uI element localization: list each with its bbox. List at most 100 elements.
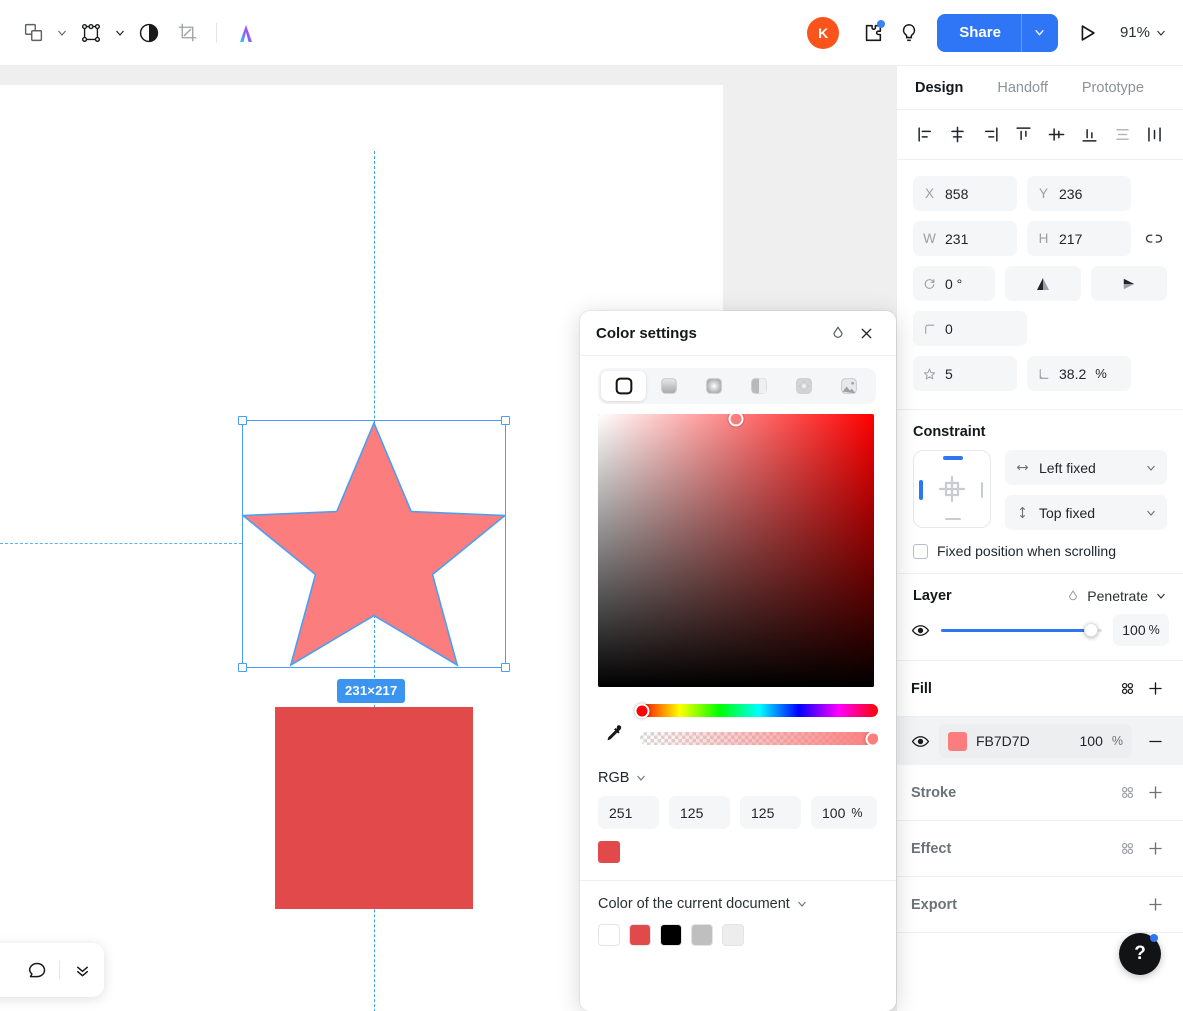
linear-gradient-type-icon[interactable] <box>646 371 691 401</box>
saturation-value-picker[interactable] <box>598 414 874 687</box>
ai-icon[interactable] <box>227 14 265 52</box>
help-button[interactable]: ? <box>1119 933 1161 975</box>
zoom-control[interactable]: 91% <box>1120 24 1167 41</box>
resize-handle-bottom-right[interactable] <box>501 663 510 672</box>
opacity-value-field[interactable]: 100 % <box>1113 614 1169 646</box>
red-channel-field[interactable]: 251 <box>598 796 659 829</box>
diamond-gradient-type-icon[interactable] <box>781 371 826 401</box>
document-swatch-4[interactable] <box>722 924 744 946</box>
preview-play-icon[interactable] <box>1068 14 1106 52</box>
distribute-vertical-icon[interactable] <box>1110 123 1134 147</box>
fill-visibility-eye-icon[interactable] <box>911 732 930 751</box>
image-fill-type-icon[interactable] <box>826 371 871 401</box>
hue-slider[interactable] <box>634 703 878 718</box>
star-ratio-field[interactable]: 38.2 % <box>1027 356 1131 391</box>
star-points-field[interactable]: 5 <box>913 356 1017 391</box>
align-top-icon[interactable] <box>1012 123 1036 147</box>
color-dialog-body: RGB 251 125 125 100 % <box>580 356 896 863</box>
opacity-slider-knob[interactable] <box>1083 623 1098 637</box>
fill-hex-value: FB7D7D <box>976 733 1030 749</box>
color-dialog-header: Color settings <box>580 311 896 356</box>
document-colors-dropdown[interactable]: Color of the current document <box>598 896 878 912</box>
eyedropper-icon[interactable] <box>598 700 628 756</box>
rotation-field[interactable]: 0 ° <box>913 266 995 301</box>
close-icon[interactable] <box>852 319 880 347</box>
angular-gradient-type-icon[interactable] <box>736 371 781 401</box>
radial-gradient-type-icon[interactable] <box>691 371 736 401</box>
document-swatch-3[interactable] <box>691 924 713 946</box>
share-dropdown-caret[interactable] <box>1022 14 1058 52</box>
fill-styles-icon[interactable] <box>1113 675 1141 703</box>
solid-fill-type-icon[interactable] <box>601 371 646 401</box>
resize-handle-bottom-left[interactable] <box>238 663 247 672</box>
add-fill-button[interactable] <box>1141 675 1169 703</box>
fixed-position-checkbox[interactable] <box>913 543 928 559</box>
collapse-chevrons-icon[interactable] <box>60 948 104 992</box>
avatar[interactable]: K <box>807 16 840 49</box>
blend-mode-dropdown[interactable]: Penetrate <box>1066 588 1167 604</box>
boolean-ops-icon[interactable] <box>14 14 52 52</box>
fill-color-swatch[interactable] <box>948 731 967 751</box>
document-swatch-row <box>598 924 878 946</box>
remove-fill-button[interactable] <box>1141 727 1169 755</box>
green-channel-field[interactable]: 125 <box>669 796 730 829</box>
effect-styles-icon[interactable] <box>1113 835 1141 863</box>
color-mode-dropdown[interactable]: RGB <box>598 770 878 786</box>
tab-design[interactable]: Design <box>915 66 963 110</box>
selection-bounding-box[interactable] <box>238 416 510 672</box>
visibility-eye-icon[interactable] <box>911 621 930 640</box>
comment-icon[interactable] <box>15 948 59 992</box>
alpha-slider[interactable] <box>640 732 878 745</box>
alignment-toolbar <box>897 110 1183 160</box>
document-swatch-2[interactable] <box>660 924 682 946</box>
share-button[interactable]: Share <box>937 13 1058 52</box>
align-horizontal-center-icon[interactable] <box>946 123 970 147</box>
color-preview-swatch[interactable] <box>598 841 620 863</box>
align-left-icon[interactable] <box>913 123 937 147</box>
boolean-ops-dropdown[interactable] <box>52 16 72 50</box>
add-export-button[interactable] <box>1141 891 1169 919</box>
alpha-channel-field[interactable]: 100 % <box>811 796 877 829</box>
y-field[interactable]: Y 236 <box>1027 176 1131 211</box>
opacity-slider[interactable] <box>941 623 1102 637</box>
fill-color-pill[interactable]: FB7D7D 100 % <box>939 724 1132 758</box>
stroke-styles-icon[interactable] <box>1113 779 1141 807</box>
add-stroke-button[interactable] <box>1141 779 1169 807</box>
chevron-down-icon <box>1147 510 1155 516</box>
x-field[interactable]: X 858 <box>913 176 1017 211</box>
document-swatch-0[interactable] <box>598 924 620 946</box>
width-field[interactable]: W 231 <box>913 221 1017 256</box>
resize-handle-top-left[interactable] <box>238 416 247 425</box>
aspect-ratio-lock-icon[interactable] <box>1141 230 1167 248</box>
constraint-diagram[interactable] <box>913 450 991 528</box>
color-drop-icon[interactable] <box>824 319 852 347</box>
tab-handoff[interactable]: Handoff <box>997 66 1048 110</box>
flip-horizontal-button[interactable] <box>1091 266 1167 301</box>
document-swatch-1[interactable] <box>629 924 651 946</box>
crop-icon[interactable] <box>168 14 206 52</box>
idea-bulb-icon[interactable] <box>891 15 927 51</box>
align-right-icon[interactable] <box>979 123 1003 147</box>
constraint-horizontal-dropdown[interactable]: Left fixed <box>1005 450 1167 485</box>
hue-slider-knob[interactable] <box>634 703 650 718</box>
rectangle-shape[interactable] <box>275 707 473 909</box>
align-vertical-center-icon[interactable] <box>1044 123 1068 147</box>
alpha-channel-value: 100 <box>822 804 846 821</box>
node-edit-dropdown[interactable] <box>110 16 130 50</box>
distribute-horizontal-icon[interactable] <box>1143 123 1167 147</box>
plugin-icon[interactable] <box>855 15 891 51</box>
flip-vertical-button[interactable] <box>1005 266 1081 301</box>
alpha-slider-knob[interactable] <box>865 732 878 745</box>
tab-prototype[interactable]: Prototype <box>1082 66 1144 110</box>
constraint-vertical-dropdown[interactable]: Top fixed <box>1005 495 1167 530</box>
add-effect-button[interactable] <box>1141 835 1169 863</box>
mask-icon[interactable] <box>130 14 168 52</box>
blue-channel-field[interactable]: 125 <box>740 796 801 829</box>
height-field[interactable]: H 217 <box>1027 221 1131 256</box>
fixed-position-checkbox-row[interactable]: Fixed position when scrolling <box>913 543 1167 559</box>
align-bottom-icon[interactable] <box>1077 123 1101 147</box>
resize-handle-top-right[interactable] <box>501 416 510 425</box>
corner-radius-field[interactable]: 0 <box>913 311 1027 346</box>
node-edit-icon[interactable] <box>72 14 110 52</box>
toolbar-left-group <box>0 14 265 52</box>
